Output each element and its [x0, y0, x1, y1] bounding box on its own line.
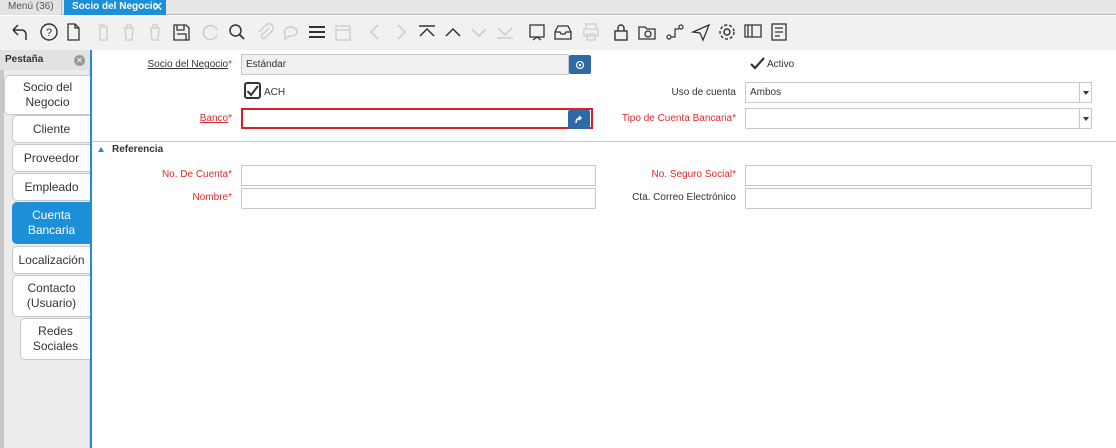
tab-empleado[interactable]: Empleado: [12, 173, 90, 201]
side-rail: [0, 70, 4, 448]
delete-icon[interactable]: [118, 21, 140, 43]
detail-record-icon[interactable]: [468, 21, 490, 43]
process-icon[interactable]: [742, 21, 764, 43]
side-title: Pestaña: [5, 54, 44, 65]
record-form: Socio del Negocio* Estándar Activo ACH U…: [92, 50, 1116, 448]
arrow-icon: [575, 115, 582, 123]
workflow-icon[interactable]: [664, 21, 686, 43]
calendar-icon[interactable]: [332, 21, 354, 43]
previous-icon[interactable]: [364, 21, 386, 43]
chevron-down-icon[interactable]: [1079, 109, 1091, 128]
window-tab-bar: Menú (36) Socio del Negocio ✕: [0, 0, 1116, 15]
no-cuenta-field[interactable]: [241, 165, 596, 186]
tab-label: Empleado: [24, 179, 79, 194]
undo-icon[interactable]: [8, 21, 30, 43]
tab-label: Sociales: [32, 339, 79, 353]
socio-label: Socio del Negocio*: [147, 59, 232, 70]
form-icon[interactable]: [768, 21, 790, 43]
tipo-cuenta-select[interactable]: [745, 108, 1092, 129]
section-divider: [92, 141, 1116, 142]
find-icon[interactable]: [226, 21, 248, 43]
zoom-across-icon[interactable]: [636, 21, 658, 43]
socio-field[interactable]: Estándar: [241, 54, 569, 75]
collapse-triangle-icon[interactable]: [98, 147, 104, 152]
tab-localizacion[interactable]: Localización: [12, 246, 90, 274]
tab-redes-sociales[interactable]: Redes Sociales: [20, 318, 90, 360]
collapse-icon[interactable]: ✕: [74, 55, 85, 66]
tab-proveedor[interactable]: Proveedor: [12, 144, 90, 172]
copy-icon[interactable]: [92, 21, 114, 43]
tab-cuenta-bancaria[interactable]: Cuenta Bancaria: [12, 202, 90, 244]
banco-search-button[interactable]: [568, 110, 590, 129]
activo-checkbox[interactable]: [749, 55, 766, 72]
socio-zoom-button[interactable]: [569, 55, 591, 74]
banco-label: Banco*: [199, 113, 232, 124]
refresh-icon[interactable]: [200, 21, 222, 43]
chat-icon[interactable]: [280, 21, 302, 43]
save-icon[interactable]: [170, 21, 192, 43]
side-header: Pestaña ✕: [0, 50, 90, 70]
settings-icon[interactable]: [716, 21, 738, 43]
svg-text:?: ?: [46, 27, 52, 39]
uso-cuenta-label: Uso de cuenta: [671, 87, 737, 98]
tab-label: Proveedor: [23, 150, 80, 165]
tab-label: Localización: [18, 252, 85, 267]
archive-icon[interactable]: [552, 21, 574, 43]
ach-checkbox[interactable]: [244, 82, 261, 99]
new-record-icon[interactable]: [62, 21, 84, 43]
delete-selection-icon[interactable]: [144, 21, 166, 43]
tab-label: Negocio: [25, 95, 70, 109]
settings-icon: [575, 60, 585, 69]
tab-cliente[interactable]: Cliente: [12, 115, 90, 143]
chevron-down-icon[interactable]: [1079, 83, 1091, 102]
tab-socio-del-negocio-side[interactable]: Socio del Negocio: [4, 75, 90, 115]
tab-label: Socio del: [22, 80, 73, 94]
nombre-label: Nombre*: [192, 192, 232, 203]
tab-label: Bancaria: [27, 223, 76, 237]
check-icon: [750, 57, 765, 70]
lock-icon[interactable]: [610, 21, 632, 43]
help-icon[interactable]: ?: [38, 21, 60, 43]
section-referencia-title[interactable]: Referencia: [112, 144, 163, 155]
tab-active-label: Socio del Negocio: [72, 1, 159, 12]
send-icon[interactable]: [690, 21, 712, 43]
tab-label: Contacto: [27, 281, 76, 295]
uso-cuenta-select[interactable]: Ambos: [745, 82, 1092, 103]
banco-field[interactable]: [241, 108, 593, 129]
no-cuenta-label: No. De Cuenta*: [161, 169, 232, 180]
tab-label: Cuenta: [32, 208, 71, 222]
tab-label: Cliente: [32, 121, 71, 136]
check-icon: [246, 85, 259, 97]
uso-cuenta-value: Ambos: [750, 87, 782, 98]
toolbar: ?: [0, 16, 1116, 50]
print-icon[interactable]: [580, 21, 602, 43]
side-tab-panel: Pestaña ✕ Socio del Negocio Cliente Prov…: [0, 50, 90, 448]
tab-contacto-usuario[interactable]: Contacto (Usuario): [12, 275, 90, 317]
close-icon[interactable]: ✕: [152, 0, 164, 14]
no-seguro-label: No. Seguro Social*: [651, 169, 736, 180]
grid-toggle-icon[interactable]: [306, 21, 328, 43]
tab-label: Redes: [38, 324, 73, 338]
parent-record-icon[interactable]: [442, 21, 464, 43]
nombre-field[interactable]: [241, 188, 596, 209]
activo-label: Activo: [767, 59, 795, 70]
tab-menu-label: Menú (36): [8, 1, 54, 12]
last-record-icon[interactable]: [494, 21, 516, 43]
correo-field[interactable]: [745, 188, 1092, 209]
correo-label: Cta. Correo Electrónico: [632, 192, 736, 203]
no-seguro-field[interactable]: [745, 165, 1092, 186]
report-icon[interactable]: [526, 21, 548, 43]
tab-socio-del-negocio[interactable]: Socio del Negocio ✕: [64, 0, 166, 15]
tab-menu[interactable]: Menú (36): [0, 0, 62, 15]
tipo-cuenta-label: Tipo de Cuenta Bancaria*: [621, 113, 736, 124]
attachment-icon[interactable]: [254, 21, 276, 43]
next-icon[interactable]: [390, 21, 412, 43]
ach-label: ACH: [264, 87, 286, 98]
first-record-icon[interactable]: [416, 21, 438, 43]
tab-label: (Usuario): [26, 296, 77, 310]
